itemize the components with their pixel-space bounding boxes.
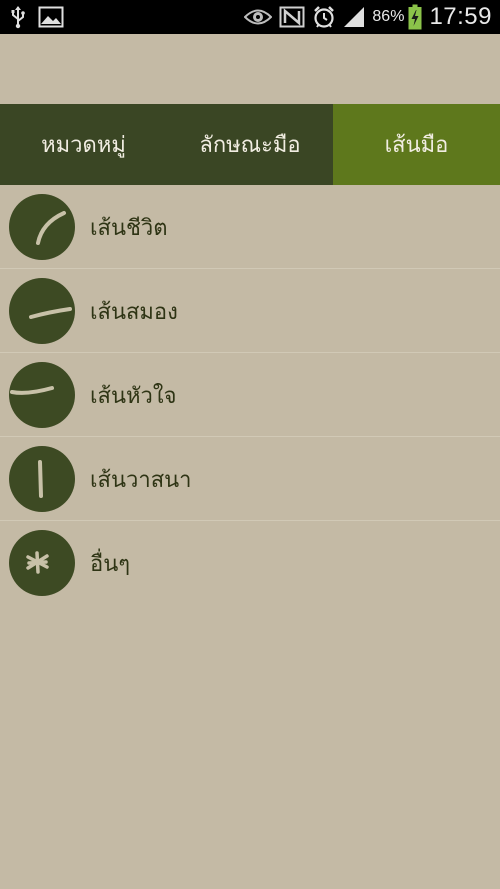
tab-bar: หมวดหมู่ ลักษณะมือ เส้นมือ (0, 104, 500, 185)
tab-palm-lines[interactable]: เส้นมือ (333, 104, 500, 185)
status-bar-left (10, 5, 64, 29)
list-item-life-line[interactable]: เส้นชีวิต (0, 185, 500, 269)
tab-label: หมวดหมู่ (41, 133, 126, 158)
usb-icon (10, 5, 26, 29)
fate-line-icon (9, 446, 75, 512)
list-item-label: เส้นหัวใจ (90, 383, 177, 409)
asterisk-icon (9, 530, 75, 596)
list-item-others[interactable]: อื่นๆ (0, 521, 500, 605)
alarm-icon (312, 5, 336, 29)
tab-label: เส้นมือ (384, 133, 449, 158)
palm-lines-list: เส้นชีวิต เส้นสมอง เส้นหัวใจ เส้นวาสนา อ… (0, 185, 500, 605)
gallery-icon (38, 6, 64, 28)
life-line-icon (9, 194, 75, 260)
list-item-heart-line[interactable]: เส้นหัวใจ (0, 353, 500, 437)
tab-label: ลักษณะมือ (199, 133, 301, 158)
list-item-label: เส้นวาสนา (90, 467, 192, 493)
list-item-fate-line[interactable]: เส้นวาสนา (0, 437, 500, 521)
status-clock: 17:59 (429, 3, 492, 30)
nfc-icon (279, 6, 305, 28)
list-item-head-line[interactable]: เส้นสมอง (0, 269, 500, 353)
battery-percent: 86% (372, 8, 405, 25)
tab-hand-shape[interactable]: ลักษณะมือ (167, 104, 333, 185)
list-item-label: เส้นสมอง (90, 299, 178, 325)
status-bar-right: 86% 17:59 (244, 0, 492, 34)
heart-line-icon (9, 362, 75, 428)
head-line-icon (9, 278, 75, 344)
list-item-label: เส้นชีวิต (90, 215, 168, 241)
signal-icon (343, 6, 365, 28)
eye-icon (244, 8, 273, 26)
tab-category[interactable]: หมวดหมู่ (0, 104, 167, 185)
list-item-label: อื่นๆ (90, 551, 131, 577)
status-bar: 86% 17:59 (0, 0, 500, 34)
battery-charging-icon (408, 4, 422, 30)
